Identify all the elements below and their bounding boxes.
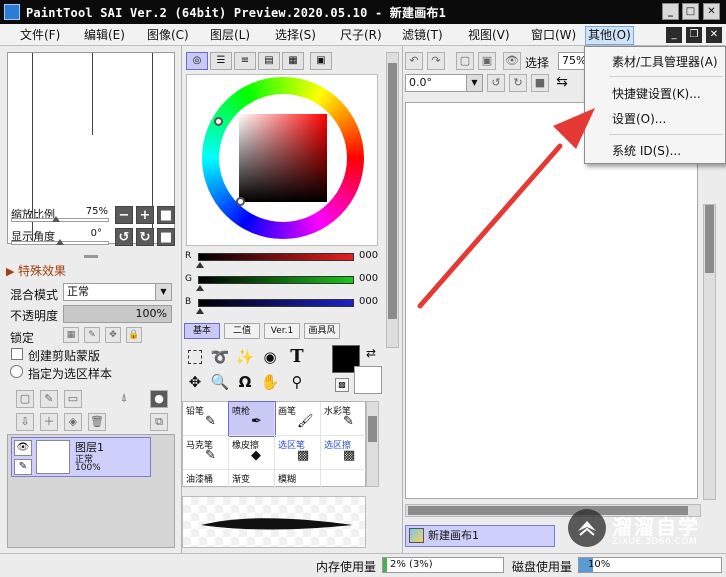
memory-value: 2% (3%) [390, 559, 433, 570]
watermark-brand: 溜溜自学 [612, 515, 700, 539]
arrow-head [553, 108, 595, 149]
disk-meter: 10% [578, 557, 722, 573]
disk-label: 磁盘使用量 [512, 560, 573, 574]
disk-value: 10% [588, 559, 611, 570]
watermark: 溜溜自学 ZIXUE.3D66.COM [568, 505, 714, 557]
watermark-logo-icon [568, 509, 606, 547]
arrow-shaft [417, 143, 563, 309]
memory-meter: 2% (3%) [382, 557, 504, 573]
annotation-arrow [417, 108, 595, 309]
watermark-url: ZIXUE.3D66.COM [612, 537, 698, 547]
memory-label: 内存使用量 [316, 560, 377, 574]
